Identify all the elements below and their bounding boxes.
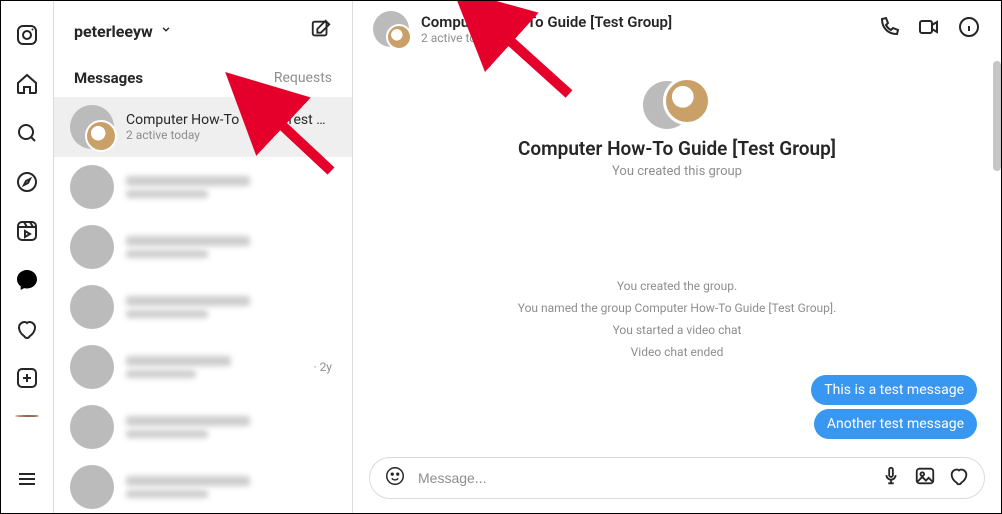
sent-message[interactable]: Another test message [814, 409, 977, 439]
thread-list: Computer How-To Guide [Test Group]2 acti… [54, 97, 352, 513]
compose-icon[interactable] [310, 18, 332, 44]
sent-messages: This is a test message Another test messa… [811, 375, 977, 439]
thread-avatar [70, 405, 114, 449]
info-icon[interactable] [957, 15, 981, 43]
thread-item[interactable]: · 2y [54, 337, 352, 397]
account-switcher[interactable]: peterleeyw [74, 22, 153, 41]
chat-subtitle: 2 active today [421, 31, 672, 45]
thread-title: Computer How-To Guide [Test Group] [126, 112, 332, 128]
thread-subtitle: 2 active today [126, 128, 332, 142]
system-message: Video chat ended [631, 345, 724, 359]
reels-icon[interactable] [15, 219, 39, 243]
inbox-panel: peterleeyw Messages Requests Computer Ho… [53, 1, 353, 513]
message-composer [369, 457, 985, 499]
nav-rail [1, 1, 53, 513]
group-avatar [643, 81, 711, 125]
message-input[interactable] [418, 470, 868, 486]
profile-avatar[interactable] [15, 415, 39, 417]
group-subtitle: You created this group [612, 164, 742, 179]
inbox-tabs: Messages Requests [54, 61, 352, 97]
system-message: You named the group Computer How-To Guid… [518, 301, 837, 315]
tab-requests[interactable]: Requests [274, 70, 332, 86]
thread-item[interactable] [54, 217, 352, 277]
thread-item[interactable]: Computer How-To Guide [Test Group]2 acti… [54, 97, 352, 157]
menu-icon[interactable] [15, 467, 39, 491]
tab-messages[interactable]: Messages [74, 69, 143, 87]
thread-avatar [70, 285, 114, 329]
voice-icon[interactable] [880, 465, 902, 491]
emoji-icon[interactable] [384, 465, 406, 491]
thread-avatar [70, 345, 114, 389]
chevron-down-icon[interactable] [159, 22, 173, 40]
video-call-icon[interactable] [917, 15, 941, 43]
thread-item[interactable] [54, 277, 352, 337]
thread-avatar [70, 105, 114, 149]
thread-item[interactable] [54, 397, 352, 457]
create-icon[interactable] [15, 366, 39, 390]
system-message: You created the group. [617, 279, 737, 293]
image-icon[interactable] [914, 465, 936, 491]
audio-call-icon[interactable] [877, 15, 901, 43]
chat-panel: Computer How-To Guide [Test Group] 2 act… [353, 1, 1001, 513]
notifications-icon[interactable] [15, 317, 39, 341]
like-icon[interactable] [948, 465, 970, 491]
chat-header-avatar[interactable] [373, 11, 409, 47]
thread-item[interactable] [54, 157, 352, 217]
system-message: You started a video chat [613, 323, 742, 337]
search-icon[interactable] [15, 121, 39, 145]
messenger-icon[interactable] [15, 268, 39, 292]
instagram-icon[interactable] [15, 23, 39, 47]
chat-header: Computer How-To Guide [Test Group] 2 act… [353, 1, 1001, 57]
chat-title[interactable]: Computer How-To Guide [Test Group] [421, 13, 672, 31]
sent-message[interactable]: This is a test message [811, 375, 977, 405]
system-messages: You created the group. You named the grou… [518, 279, 837, 359]
thread-avatar [70, 225, 114, 269]
group-name: Computer How-To Guide [Test Group] [518, 137, 836, 160]
thread-avatar [70, 165, 114, 209]
thread-avatar [70, 465, 114, 509]
chat-body: Computer How-To Guide [Test Group] You c… [353, 57, 1001, 447]
thread-item[interactable] [54, 457, 352, 513]
explore-icon[interactable] [15, 170, 39, 194]
home-icon[interactable] [15, 72, 39, 96]
thread-time: · 2y [313, 360, 332, 374]
inbox-header: peterleeyw [54, 1, 352, 61]
